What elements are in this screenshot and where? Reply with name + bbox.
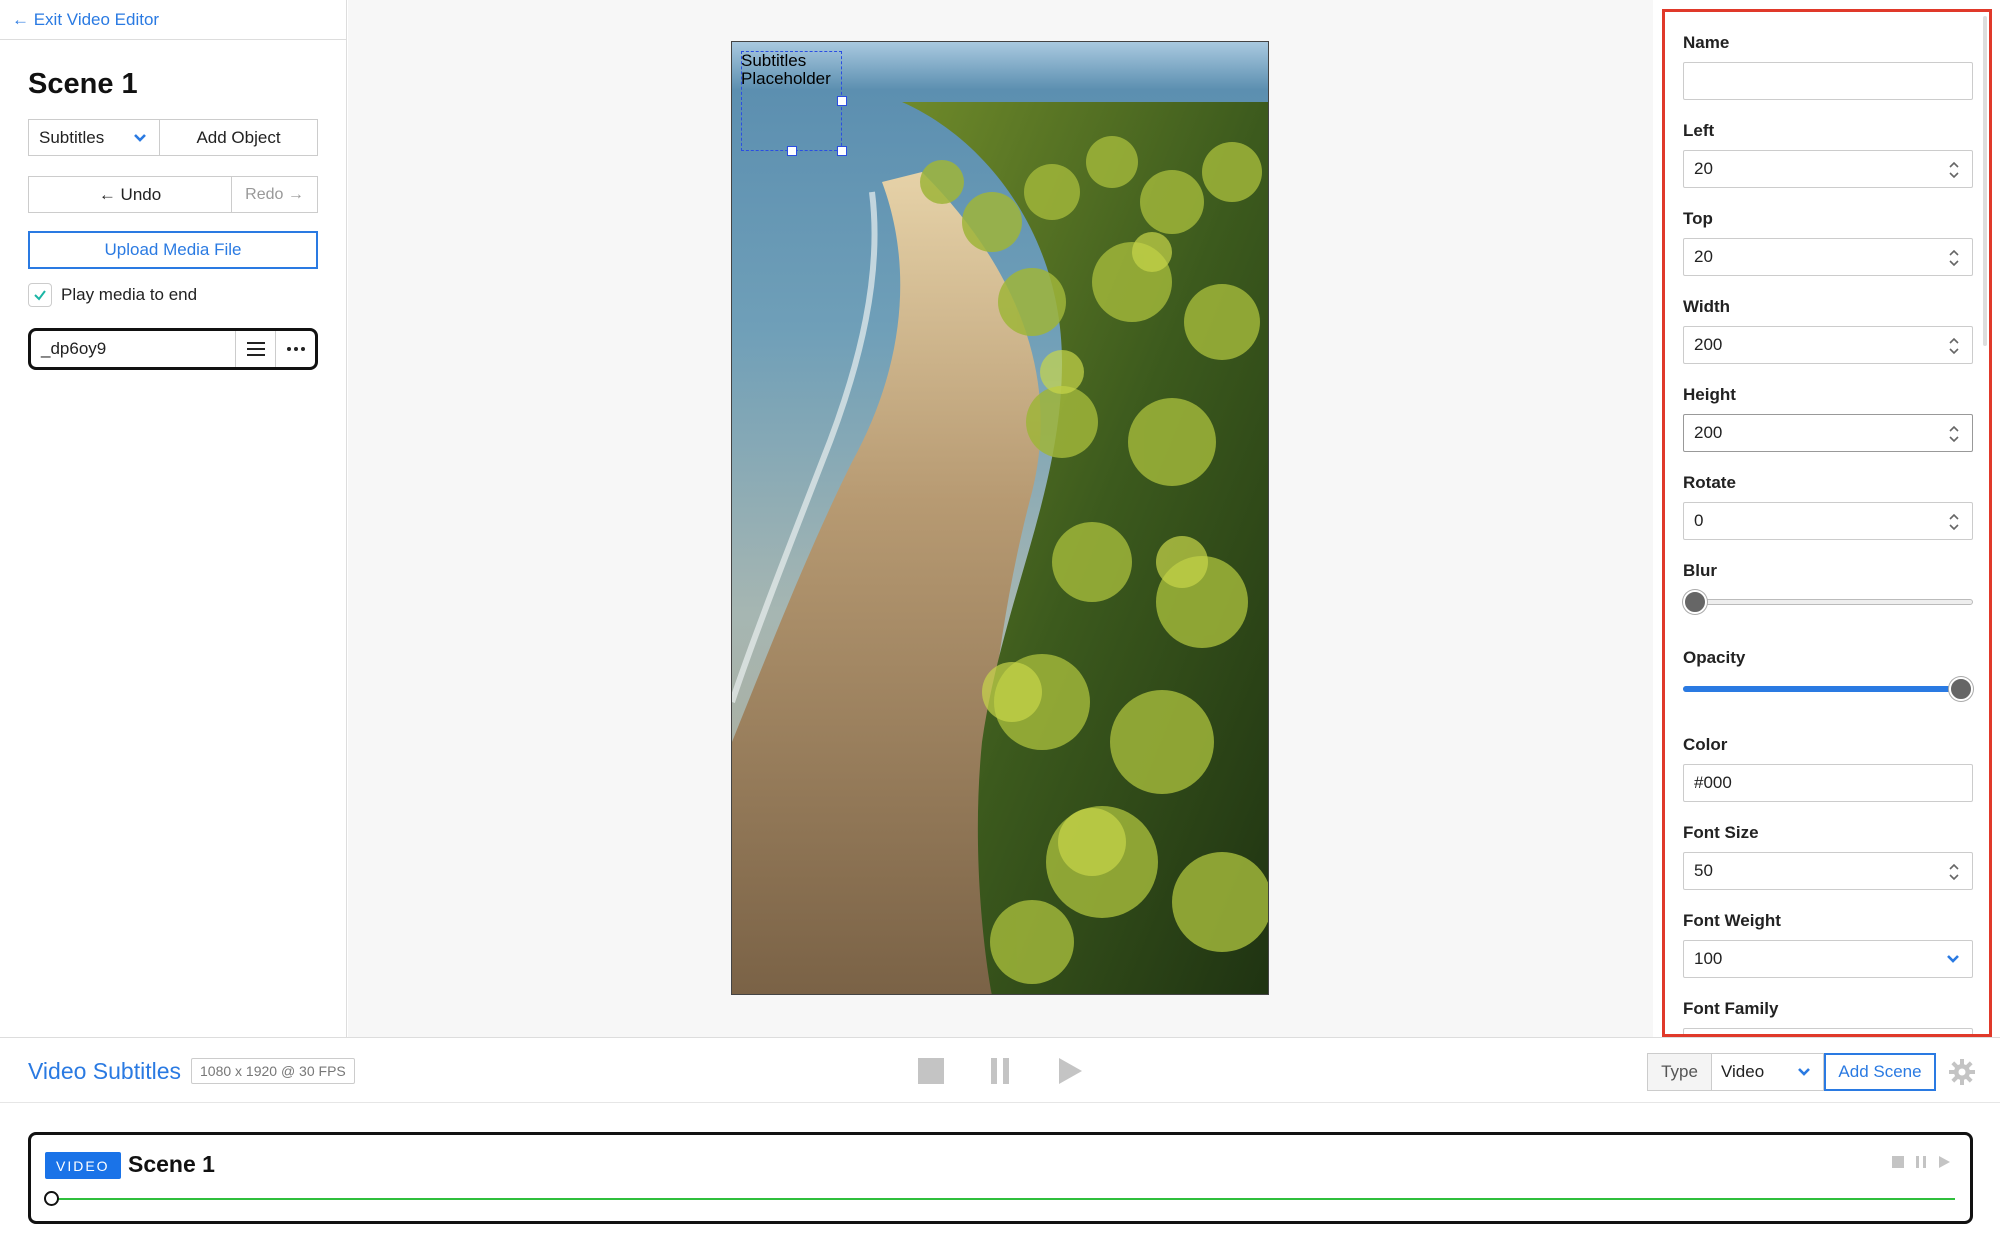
pause-button[interactable]: [985, 1056, 1015, 1086]
font-size-value: 50: [1694, 861, 1713, 880]
left-value: 20: [1694, 159, 1713, 178]
font-size-input[interactable]: 50: [1683, 852, 1973, 890]
play-icon: [1059, 1058, 1082, 1084]
add-scene-button[interactable]: Add Scene: [1824, 1053, 1936, 1091]
object-type-select-label: Subtitles: [39, 127, 105, 147]
scene-type-select[interactable]: Video: [1711, 1053, 1824, 1091]
preview-stage: Subtitles Placeholder: [348, 0, 1653, 1037]
media-item[interactable]: _dp6oy9: [28, 328, 318, 370]
stop-button[interactable]: [916, 1056, 946, 1086]
scene-type-label: Type: [1647, 1053, 1712, 1091]
height-input[interactable]: 200: [1683, 414, 1973, 452]
stepper-icon[interactable]: [1946, 248, 1962, 268]
blur-slider[interactable]: [1683, 589, 1973, 615]
rotate-value: 0: [1694, 511, 1704, 530]
font-weight-value: 100: [1694, 949, 1723, 968]
upload-media-button[interactable]: Upload Media File: [28, 231, 318, 269]
font-weight-label: Font Weight: [1683, 911, 1781, 930]
blur-label: Blur: [1683, 561, 1717, 580]
top-label: Top: [1683, 209, 1713, 228]
undo-button[interactable]: ← Undo: [29, 177, 232, 212]
properties-scrollbar[interactable]: [1983, 16, 1987, 346]
left-label: Left: [1683, 121, 1715, 140]
font-family-select[interactable]: [1683, 1028, 1973, 1034]
resize-handle-bottom[interactable]: [787, 146, 797, 156]
stepper-icon[interactable]: [1946, 424, 1962, 444]
timeline-scene-title: Scene 1: [128, 1151, 215, 1177]
color-input[interactable]: #000: [1683, 764, 1973, 802]
opacity-label: Opacity: [1683, 648, 1746, 667]
object-type-select[interactable]: Subtitles: [29, 120, 160, 155]
opacity-slider-thumb[interactable]: [1949, 677, 1973, 701]
timeline: VIDEO Scene 1: [0, 1104, 2000, 1250]
name-label: Name: [1683, 33, 1730, 52]
scene-type-badge: VIDEO: [45, 1152, 121, 1179]
left-panel: ← Exit Video Editor Scene 1 Subtitles Ad…: [0, 0, 347, 1037]
top-value: 20: [1694, 247, 1713, 266]
rotate-input[interactable]: 0: [1683, 502, 1973, 540]
check-icon: [34, 290, 46, 301]
project-bar: Video Subtitles 1080 x 1920 @ 30 FPS Typ…: [0, 1037, 2000, 1103]
blur-slider-track: [1683, 599, 1973, 605]
subtitle-selection-box[interactable]: [741, 51, 842, 151]
font-weight-select[interactable]: 100: [1683, 940, 1973, 978]
project-resolution-badge: 1080 x 1920 @ 30 FPS: [191, 1058, 355, 1084]
scene-title: Scene 1: [28, 68, 138, 100]
history-toolbar: ← Undo Redo →: [28, 176, 318, 213]
scene-playhead[interactable]: [44, 1191, 59, 1206]
redo-button[interactable]: Redo →: [232, 177, 317, 212]
opacity-slider-fill: [1683, 686, 1961, 692]
opacity-slider[interactable]: [1683, 676, 1973, 702]
font-family-label: Font Family: [1683, 999, 1779, 1018]
name-input[interactable]: [1683, 62, 1973, 100]
height-label: Height: [1683, 385, 1736, 404]
play-icon[interactable]: [1937, 1155, 1951, 1169]
width-input[interactable]: 200: [1683, 326, 1973, 364]
play-media-to-end-label: Play media to end: [61, 285, 198, 304]
pause-icon[interactable]: [1914, 1155, 1928, 1169]
width-label: Width: [1683, 297, 1731, 316]
add-object-button[interactable]: Add Object: [160, 120, 317, 155]
color-value: #000: [1694, 773, 1732, 792]
hamburger-icon: [246, 342, 265, 356]
beach-video-frame-image: [732, 42, 1268, 994]
color-label: Color: [1683, 735, 1728, 754]
font-size-label: Font Size: [1683, 823, 1759, 842]
pause-icon: [991, 1058, 1009, 1084]
scene-type-value: Video: [1721, 1062, 1765, 1081]
play-media-to-end: Play media to end: [28, 282, 197, 308]
chevron-down-icon: [1947, 955, 1959, 963]
video-preview[interactable]: Subtitles Placeholder: [731, 41, 1269, 995]
stepper-icon[interactable]: [1946, 862, 1962, 882]
stepper-icon[interactable]: [1946, 160, 1962, 180]
play-button[interactable]: [1055, 1056, 1085, 1086]
blur-slider-thumb[interactable]: [1683, 590, 1707, 614]
exit-video-editor-link[interactable]: ← Exit Video Editor: [12, 9, 159, 31]
left-divider: [0, 39, 347, 40]
stop-icon: [918, 1058, 944, 1084]
top-input[interactable]: 20: [1683, 238, 1973, 276]
stepper-icon[interactable]: [1946, 512, 1962, 532]
media-item-more-button[interactable]: [275, 331, 315, 367]
rotate-label: Rotate: [1683, 473, 1736, 492]
resize-handle-bottom-right[interactable]: [837, 146, 847, 156]
chevron-down-icon: [134, 133, 146, 142]
timeline-scene-card[interactable]: VIDEO Scene 1: [28, 1132, 1973, 1224]
stop-icon[interactable]: [1891, 1155, 1905, 1169]
width-value: 200: [1694, 335, 1723, 354]
media-item-menu-button[interactable]: [235, 331, 275, 367]
properties-panel: Name Left 20 Top 20 Width 200 Height 200…: [1662, 9, 1992, 1037]
project-title[interactable]: Video Subtitles: [28, 1058, 181, 1085]
gear-icon[interactable]: [1948, 1058, 1976, 1086]
left-input[interactable]: 20: [1683, 150, 1973, 188]
scene-progress-track[interactable]: [51, 1198, 1955, 1200]
play-media-to-end-checkbox[interactable]: [28, 283, 52, 307]
resize-handle-right[interactable]: [837, 96, 847, 106]
chevron-down-icon: [1798, 1068, 1810, 1076]
media-item-name: _dp6oy9: [41, 339, 107, 358]
stepper-icon[interactable]: [1946, 336, 1962, 356]
object-toolbar: Subtitles Add Object: [28, 119, 318, 156]
height-value: 200: [1694, 423, 1723, 442]
ellipsis-icon: [286, 347, 305, 351]
